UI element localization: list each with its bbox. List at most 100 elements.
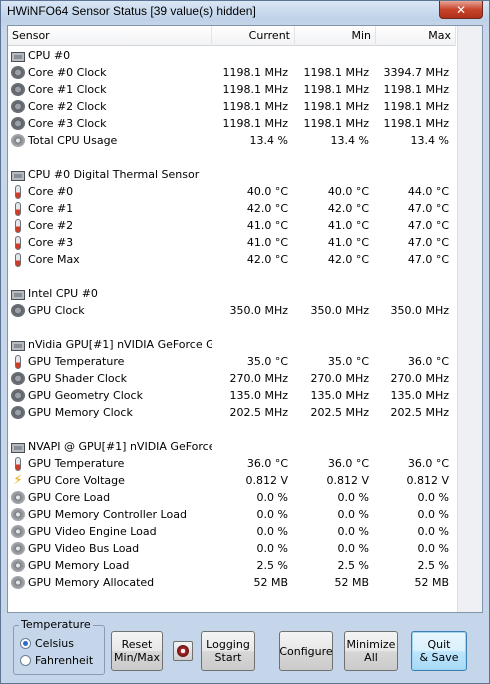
sensor-row[interactable]: GPU Shader Clock 270.0 MHz 270.0 MHz 270.0 …: [8, 370, 456, 387]
value-min: 40.0 °C: [327, 185, 369, 198]
sensor-row[interactable]: GPU Clock 350.0 MHz 350.0 MHz 350.0 MHz: [8, 302, 456, 319]
sensor-settings-button[interactable]: [173, 641, 193, 661]
sensor-row[interactable]: ⚡ GPU Core Voltage 0.812 V 0.812 V 0.812 V: [8, 472, 456, 489]
sensor-name-cell: ⚡ GPU Core Voltage: [8, 474, 212, 488]
value-min: 41.0 °C: [327, 219, 369, 232]
sensor-row[interactable]: GPU Geometry Clock 135.0 MHz 135.0 MHz 135.…: [8, 387, 456, 404]
sensor-row[interactable]: GPU Memory Controller Load 0.0 % 0.0 % 0.0 …: [8, 506, 456, 523]
sensor-row[interactable]: Core #0 40.0 °C 40.0 °C 44.0 °C: [8, 183, 456, 200]
radio-celsius-indicator[interactable]: [20, 638, 31, 649]
value-current: 13.4 %: [249, 134, 288, 147]
sensor-row[interactable]: Total CPU Usage 13.4 % 13.4 % 13.4 %: [8, 132, 456, 149]
sensor-row[interactable]: GPU Video Engine Load 0.0 % 0.0 % 0.0 %: [8, 523, 456, 540]
clock-icon: [11, 304, 25, 317]
close-icon: ✕: [455, 2, 467, 17]
sensor-label: GPU Video Bus Load: [28, 542, 140, 555]
value-current: 1198.1 MHz: [222, 117, 288, 130]
title-bar[interactable]: HWiNFO64 Sensor Status [39 value(s) hidd…: [1, 1, 489, 21]
sensor-label: Core #2: [28, 219, 74, 232]
sensor-label: GPU Temperature: [28, 355, 125, 368]
radio-celsius[interactable]: Celsius: [20, 637, 74, 650]
spacer-row: [8, 149, 456, 166]
value-min: 41.0 °C: [327, 236, 369, 249]
value-max: 135.0 MHz: [390, 389, 449, 402]
value-max: 44.0 °C: [407, 185, 449, 198]
sensor-name-cell: Core #0: [8, 184, 212, 199]
value-current: 41.0 °C: [246, 219, 288, 232]
value-current: 40.0 °C: [246, 185, 288, 198]
close-button[interactable]: ✕: [439, 1, 483, 19]
clock-icon: [11, 117, 25, 130]
quit-save-button[interactable]: Quit & Save: [411, 631, 467, 671]
usage-icon: [11, 134, 25, 147]
temperature-group-title: Temperature: [19, 618, 93, 631]
value-max: 2.5 %: [417, 559, 449, 572]
sensor-row[interactable]: Core #2 41.0 °C 41.0 °C 47.0 °C: [8, 217, 456, 234]
thermometer-icon: [15, 235, 21, 250]
sensor-row[interactable]: GPU Memory Load 2.5 % 2.5 % 2.5 %: [8, 557, 456, 574]
column-header-current[interactable]: Current: [212, 26, 295, 46]
sensor-label: Core #0: [28, 185, 74, 198]
sensor-row[interactable]: GPU Video Bus Load 0.0 % 0.0 % 0.0 %: [8, 540, 456, 557]
minimize-all-button[interactable]: Minimize All: [344, 631, 398, 671]
value-min: 0.0 %: [337, 525, 369, 538]
configure-button[interactable]: Configure: [279, 631, 333, 671]
value-current: 52 MB: [253, 576, 288, 589]
sensor-row[interactable]: Core #3 41.0 °C 41.0 °C 47.0 °C: [8, 234, 456, 251]
sensor-name-cell: GPU Core Load: [8, 491, 212, 504]
sensor-group-row[interactable]: NVAPI @ GPU[#1] nVIDIA GeForce ...: [8, 438, 456, 455]
sensor-row[interactable]: Core #1 42.0 °C 42.0 °C 47.0 °C: [8, 200, 456, 217]
thermometer-icon: [15, 252, 21, 267]
value-current: 42.0 °C: [246, 253, 288, 266]
temperature-unit-group: Temperature Celsius Fahrenheit: [13, 618, 105, 675]
sensor-label: GPU Clock: [28, 304, 85, 317]
value-min: 350.0 MHz: [310, 304, 369, 317]
sensor-row[interactable]: Core #3 Clock 1198.1 MHz 1198.1 MHz 1198.1 …: [8, 115, 456, 132]
sensor-name-cell: Core #0 Clock: [8, 66, 212, 79]
usage-icon: [11, 491, 25, 504]
radio-fahrenheit-indicator[interactable]: [20, 655, 31, 666]
sensor-name-cell: GPU Geometry Clock: [8, 389, 212, 402]
value-min: 270.0 MHz: [310, 372, 369, 385]
reset-min-max-button[interactable]: Reset Min/Max: [111, 631, 163, 671]
value-current: 35.0 °C: [246, 355, 288, 368]
control-bar: Temperature Celsius Fahrenheit Reset Min…: [1, 615, 489, 683]
sensor-group-row[interactable]: CPU #0 Digital Thermal Sensor: [8, 166, 456, 183]
sensor-row[interactable]: GPU Memory Allocated 52 MB 52 MB 52 MB: [8, 574, 456, 591]
sensor-row[interactable]: GPU Temperature 36.0 °C 36.0 °C 36.0 °C: [8, 455, 456, 472]
usage-icon: [11, 508, 25, 521]
vertical-scrollbar[interactable]: [457, 26, 482, 612]
sensor-row[interactable]: Core #2 Clock 1198.1 MHz 1198.1 MHz 1198.1 …: [8, 98, 456, 115]
sensor-label: Core #3: [28, 236, 74, 249]
column-header-sensor[interactable]: Sensor: [8, 26, 212, 46]
sensor-row[interactable]: Core #0 Clock 1198.1 MHz 1198.1 MHz 3394.7 …: [8, 64, 456, 81]
sensor-row[interactable]: Core Max 42.0 °C 42.0 °C 47.0 °C: [8, 251, 456, 268]
sensor-row[interactable]: GPU Core Load 0.0 % 0.0 % 0.0 %: [8, 489, 456, 506]
sensor-name-cell: NVAPI @ GPU[#1] nVIDIA GeForce ...: [8, 440, 212, 453]
sensor-label: GPU Memory Clock: [28, 406, 133, 419]
sensor-name-cell: GPU Memory Load: [8, 559, 212, 572]
column-header-min[interactable]: Min: [295, 26, 376, 46]
sensor-group-row[interactable]: CPU #0: [8, 47, 456, 64]
sensor-label: GPU Shader Clock: [28, 372, 128, 385]
cpu-icon: [11, 289, 25, 300]
sensor-group-row[interactable]: Intel CPU #0: [8, 285, 456, 302]
sensor-row[interactable]: Core #1 Clock 1198.1 MHz 1198.1 MHz 1198.1 …: [8, 81, 456, 98]
column-header-max[interactable]: Max: [376, 26, 456, 46]
thermometer-icon: [15, 184, 21, 199]
sensor-group-row[interactable]: nVidia GPU[#1] nVIDIA GeForce GT ...: [8, 336, 456, 353]
logging-start-button[interactable]: Logging Start: [201, 631, 255, 671]
value-max: 3394.7 MHz: [383, 66, 449, 79]
value-current: 135.0 MHz: [229, 389, 288, 402]
sensor-name-cell: Core Max: [8, 252, 212, 267]
sensor-list: Sensor Current Min Max CPU #0 Core #0 Clo…: [7, 25, 483, 613]
sensor-row[interactable]: GPU Temperature 35.0 °C 35.0 °C 36.0 °C: [8, 353, 456, 370]
value-min: 42.0 °C: [327, 202, 369, 215]
value-max: 52 MB: [414, 576, 449, 589]
sensor-row[interactable]: GPU Memory Clock 202.5 MHz 202.5 MHz 202.5 …: [8, 404, 456, 421]
radio-fahrenheit[interactable]: Fahrenheit: [20, 654, 93, 667]
sensor-name-cell: GPU Memory Allocated: [8, 576, 212, 589]
value-max: 270.0 MHz: [390, 372, 449, 385]
value-min: 0.0 %: [337, 508, 369, 521]
value-current: 0.0 %: [256, 508, 288, 521]
